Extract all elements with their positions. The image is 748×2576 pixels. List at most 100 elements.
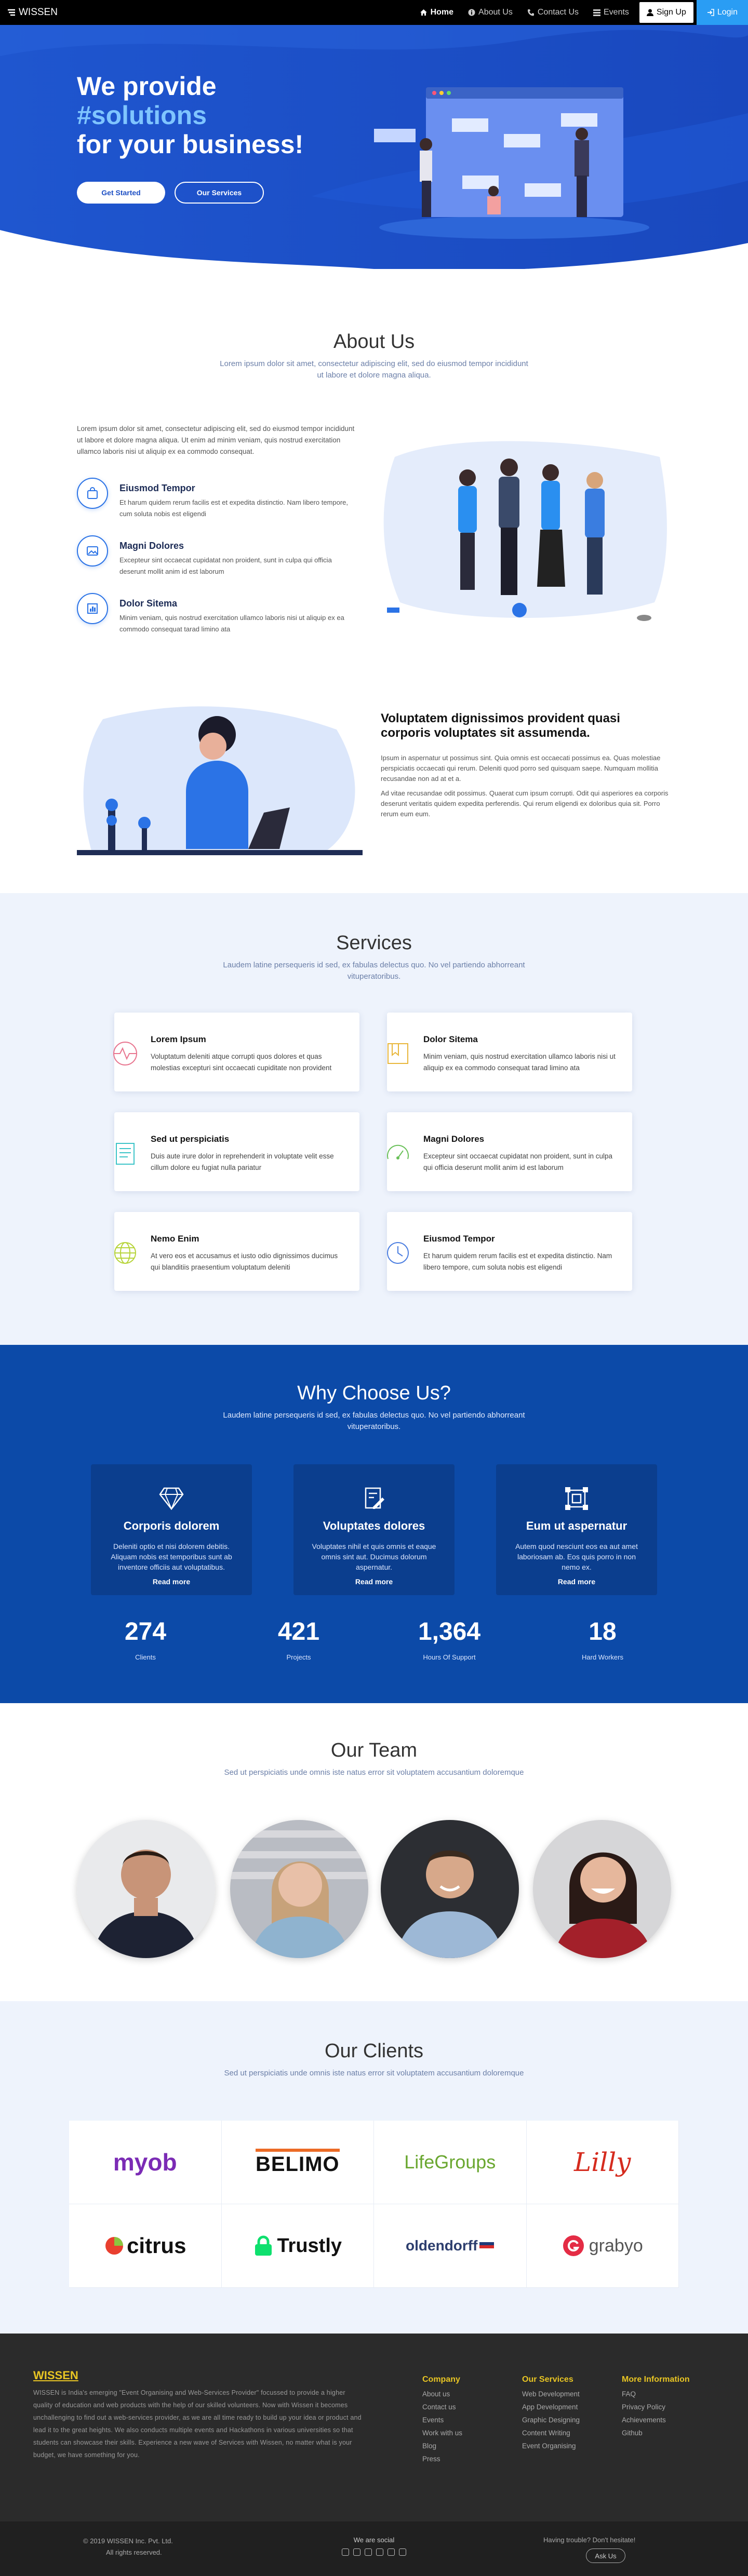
phone-icon — [527, 9, 534, 16]
citrus-logo-icon — [105, 2237, 124, 2255]
service-card-1[interactable]: Lorem Ipsum Voluptatum deleniti atque co… — [113, 1013, 359, 1091]
about-block2-paragraph-2: Ad vitae recusandae odit possimus. Quaer… — [381, 789, 669, 818]
stat-workers: 18 Hard Workers — [522, 1617, 683, 1661]
stat-label-workers: Hard Workers — [582, 1653, 623, 1661]
why-choose-us-section: Why Choose Us? Laudem latine persequeris… — [0, 1345, 748, 1703]
footer: WISSEN WISSEN is India's emerging "Event… — [0, 2334, 748, 2576]
stat-label-clients: Clients — [135, 1653, 156, 1661]
footer-link-web-dev[interactable]: Web Development — [522, 2388, 580, 2400]
nav-events[interactable]: Events — [586, 0, 636, 25]
stat-value-workers: 18 — [589, 1618, 617, 1646]
feature-text-3: Minim veniam, quis nostrud exercitation … — [119, 614, 344, 633]
stat-value-hours: 1,364 — [418, 1618, 481, 1646]
footer-rights: All rights reserved. — [106, 2548, 162, 2556]
team-member-2 — [230, 1820, 368, 1958]
team-member-3 — [381, 1820, 519, 1958]
nav-login-button[interactable]: Login — [696, 0, 748, 25]
twitter-icon[interactable] — [353, 2548, 360, 2556]
brand-icon — [8, 9, 15, 16]
document-icon — [116, 1143, 135, 1165]
nav-sign-up-button[interactable]: Sign Up — [639, 2, 693, 23]
brand-logo[interactable]: WISSEN — [7, 7, 58, 18]
why-card-title-2: Voluptates dolores — [323, 1519, 425, 1532]
footer-link-work[interactable]: Work with us — [422, 2426, 462, 2439]
team-photo-3 — [381, 1820, 519, 1958]
info-icon — [468, 9, 475, 16]
why-subtitle: Laudem latine persequeris id sed, ex fab… — [223, 1411, 525, 1431]
service-card-2[interactable]: Dolor Sitema Minim veniam, quis nostrud … — [387, 1013, 632, 1091]
social-links — [332, 2548, 416, 2558]
feature-icon-1 — [77, 478, 108, 509]
service-text-4: Excepteur sint occaecat cupidatat non pr… — [423, 1152, 612, 1171]
footer-link-faq[interactable]: FAQ — [622, 2388, 690, 2400]
service-card-5[interactable]: Nemo Enim At vero eos et accusamus et iu… — [114, 1212, 359, 1291]
instagram-icon[interactable] — [365, 2548, 372, 2556]
footer-link-app-dev[interactable]: App Development — [522, 2400, 580, 2413]
activity-icon — [113, 1042, 137, 1066]
hero-illustration — [374, 87, 649, 239]
service-text-2: Minim veniam, quis nostrud exercitation … — [423, 1053, 616, 1072]
service-card-4[interactable]: Magni Dolores Excepteur sint occaecat cu… — [387, 1112, 632, 1191]
service-title-4: Magni Dolores — [423, 1134, 485, 1144]
client-logo-trustly[interactable]: Trustly — [221, 2204, 374, 2288]
nav-home[interactable]: Home — [412, 0, 461, 25]
github-icon[interactable] — [388, 2548, 395, 2556]
frame-icon — [565, 1487, 588, 1510]
get-started-button[interactable]: Get Started — [77, 182, 165, 204]
why-card-read-more-2[interactable]: Read more — [293, 1577, 455, 1586]
about-team-illustration — [383, 441, 667, 621]
footer-link-event-org[interactable]: Event Organising — [522, 2439, 580, 2452]
about-block2-title: Voluptatem dignissimos provident quasi c… — [381, 711, 620, 740]
linkedin-icon[interactable] — [376, 2548, 383, 2556]
service-text-6: Et harum quidem rerum facilis est et exp… — [423, 1252, 612, 1271]
why-card-2: Voluptates dolores Voluptates nihil et q… — [293, 1464, 455, 1595]
why-card-title-1: Corporis dolorem — [123, 1519, 220, 1532]
footer-link-content[interactable]: Content Writing — [522, 2426, 580, 2439]
client-logo-grabyo[interactable]: grabyo — [526, 2204, 679, 2288]
footer-link-press[interactable]: Press — [422, 2452, 462, 2465]
stat-hours: 1,364 Hours Of Support — [369, 1617, 530, 1661]
client-logo-belimo[interactable]: BELIMO — [221, 2121, 374, 2204]
footer-link-graphic[interactable]: Graphic Designing — [522, 2413, 580, 2426]
footer-link-about[interactable]: About us — [422, 2388, 462, 2400]
client-logo-myob[interactable]: myob — [69, 2121, 222, 2204]
feature-title-3: Dolor Sitema — [119, 598, 178, 609]
footer-link-achievements[interactable]: Achievements — [622, 2413, 690, 2426]
team-member-4 — [533, 1820, 671, 1958]
stat-label-hours: Hours Of Support — [423, 1653, 476, 1661]
footer-link-events[interactable]: Events — [422, 2413, 462, 2426]
service-text-5: At vero eos et accusamus et iusto odio d… — [151, 1252, 338, 1271]
clients-subtitle: Sed ut perspiciatis unde omnis iste natu… — [224, 2069, 524, 2078]
our-services-button[interactable]: Our Services — [175, 182, 264, 204]
feature-text-2: Excepteur sint occaecat cupidatat non pr… — [119, 556, 332, 575]
ask-us-button[interactable]: Ask Us — [586, 2548, 625, 2563]
speedometer-icon — [387, 1144, 409, 1159]
top-navbar: WISSEN Home About Us Contact Us Events S… — [0, 0, 748, 25]
footer-link-privacy[interactable]: Privacy Policy — [622, 2400, 690, 2413]
footer-about-text: WISSEN is India's emerging "Event Organi… — [33, 2389, 362, 2459]
service-card-3[interactable]: Sed ut perspiciatis Duis aute irure dolo… — [114, 1112, 359, 1191]
footer-brand[interactable]: WISSEN — [33, 2369, 78, 2382]
footer-link-github[interactable]: Github — [622, 2426, 690, 2439]
whatsapp-icon[interactable] — [399, 2548, 406, 2556]
service-card-6[interactable]: Eiusmod Tempor Et harum quidem rerum fac… — [387, 1212, 632, 1291]
about-block2-paragraph-1: Ipsum in aspernatur ut possimus sint. Qu… — [381, 754, 661, 783]
why-card-title-3: Eum ut aspernatur — [526, 1519, 627, 1532]
why-title: Why Choose Us? — [297, 1382, 451, 1404]
footer-link-contact[interactable]: Contact us — [422, 2400, 462, 2413]
service-title-1: Lorem Ipsum — [151, 1034, 206, 1044]
nav-about-us[interactable]: About Us — [461, 0, 520, 25]
client-logo-lilly[interactable]: Lilly — [526, 2121, 679, 2204]
feature-icon-2 — [77, 535, 108, 567]
client-logo-citrus[interactable]: citrus — [69, 2204, 222, 2288]
why-card-read-more-1[interactable]: Read more — [91, 1577, 252, 1586]
service-title-6: Eiusmod Tempor — [423, 1234, 495, 1244]
feature-title-2: Magni Dolores — [119, 541, 184, 551]
nav-contact-us[interactable]: Contact Us — [520, 0, 586, 25]
client-logo-lifegroups[interactable]: LifeGroups — [374, 2121, 527, 2204]
client-logo-oldendorff[interactable]: oldendorff — [374, 2204, 527, 2288]
footer-services-heading: Our Services — [522, 2375, 573, 2384]
why-card-read-more-3[interactable]: Read more — [496, 1577, 657, 1586]
facebook-icon[interactable] — [342, 2548, 349, 2556]
footer-link-blog[interactable]: Blog — [422, 2439, 462, 2452]
